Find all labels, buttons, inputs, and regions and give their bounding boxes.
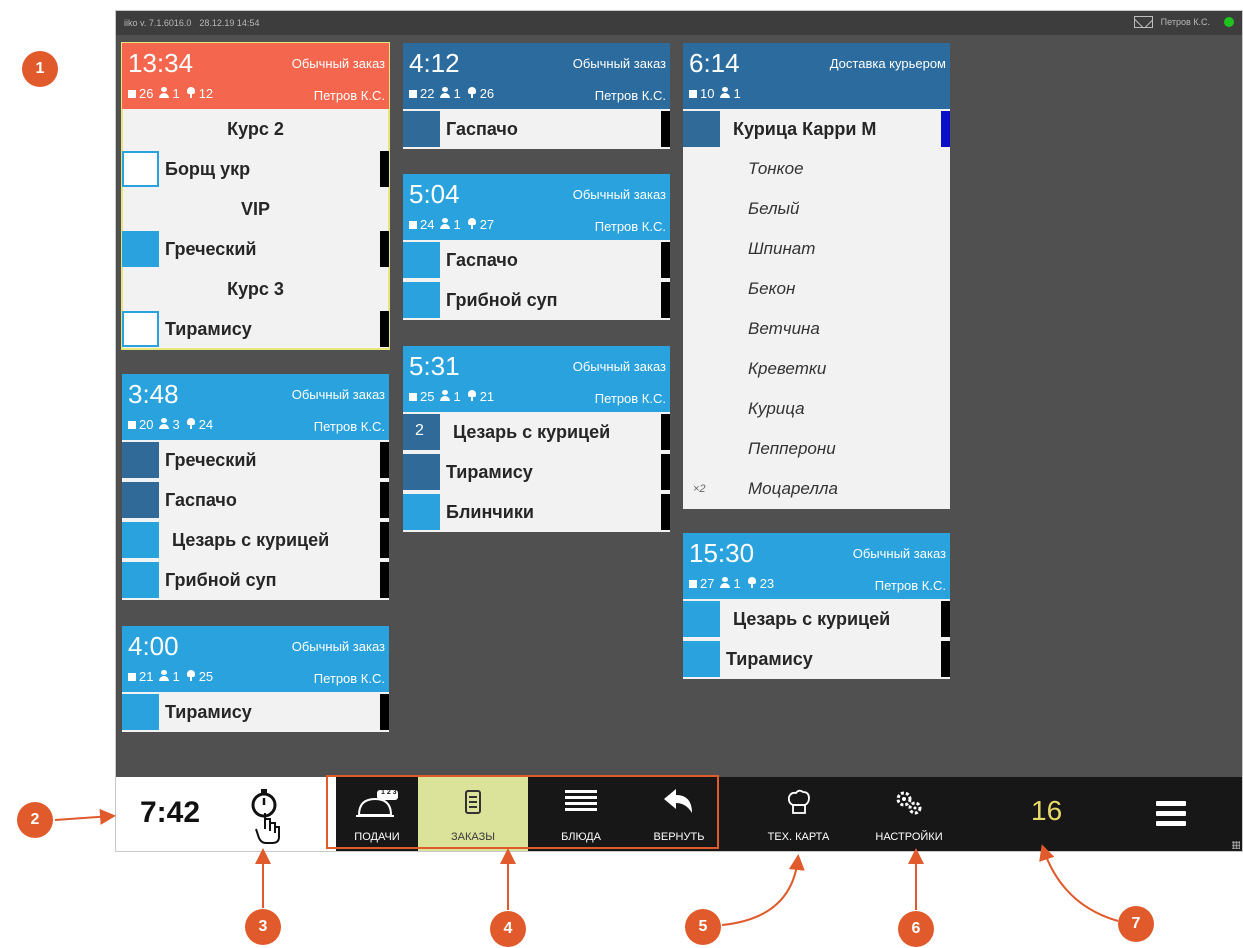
callout-arrows [54,808,1119,926]
